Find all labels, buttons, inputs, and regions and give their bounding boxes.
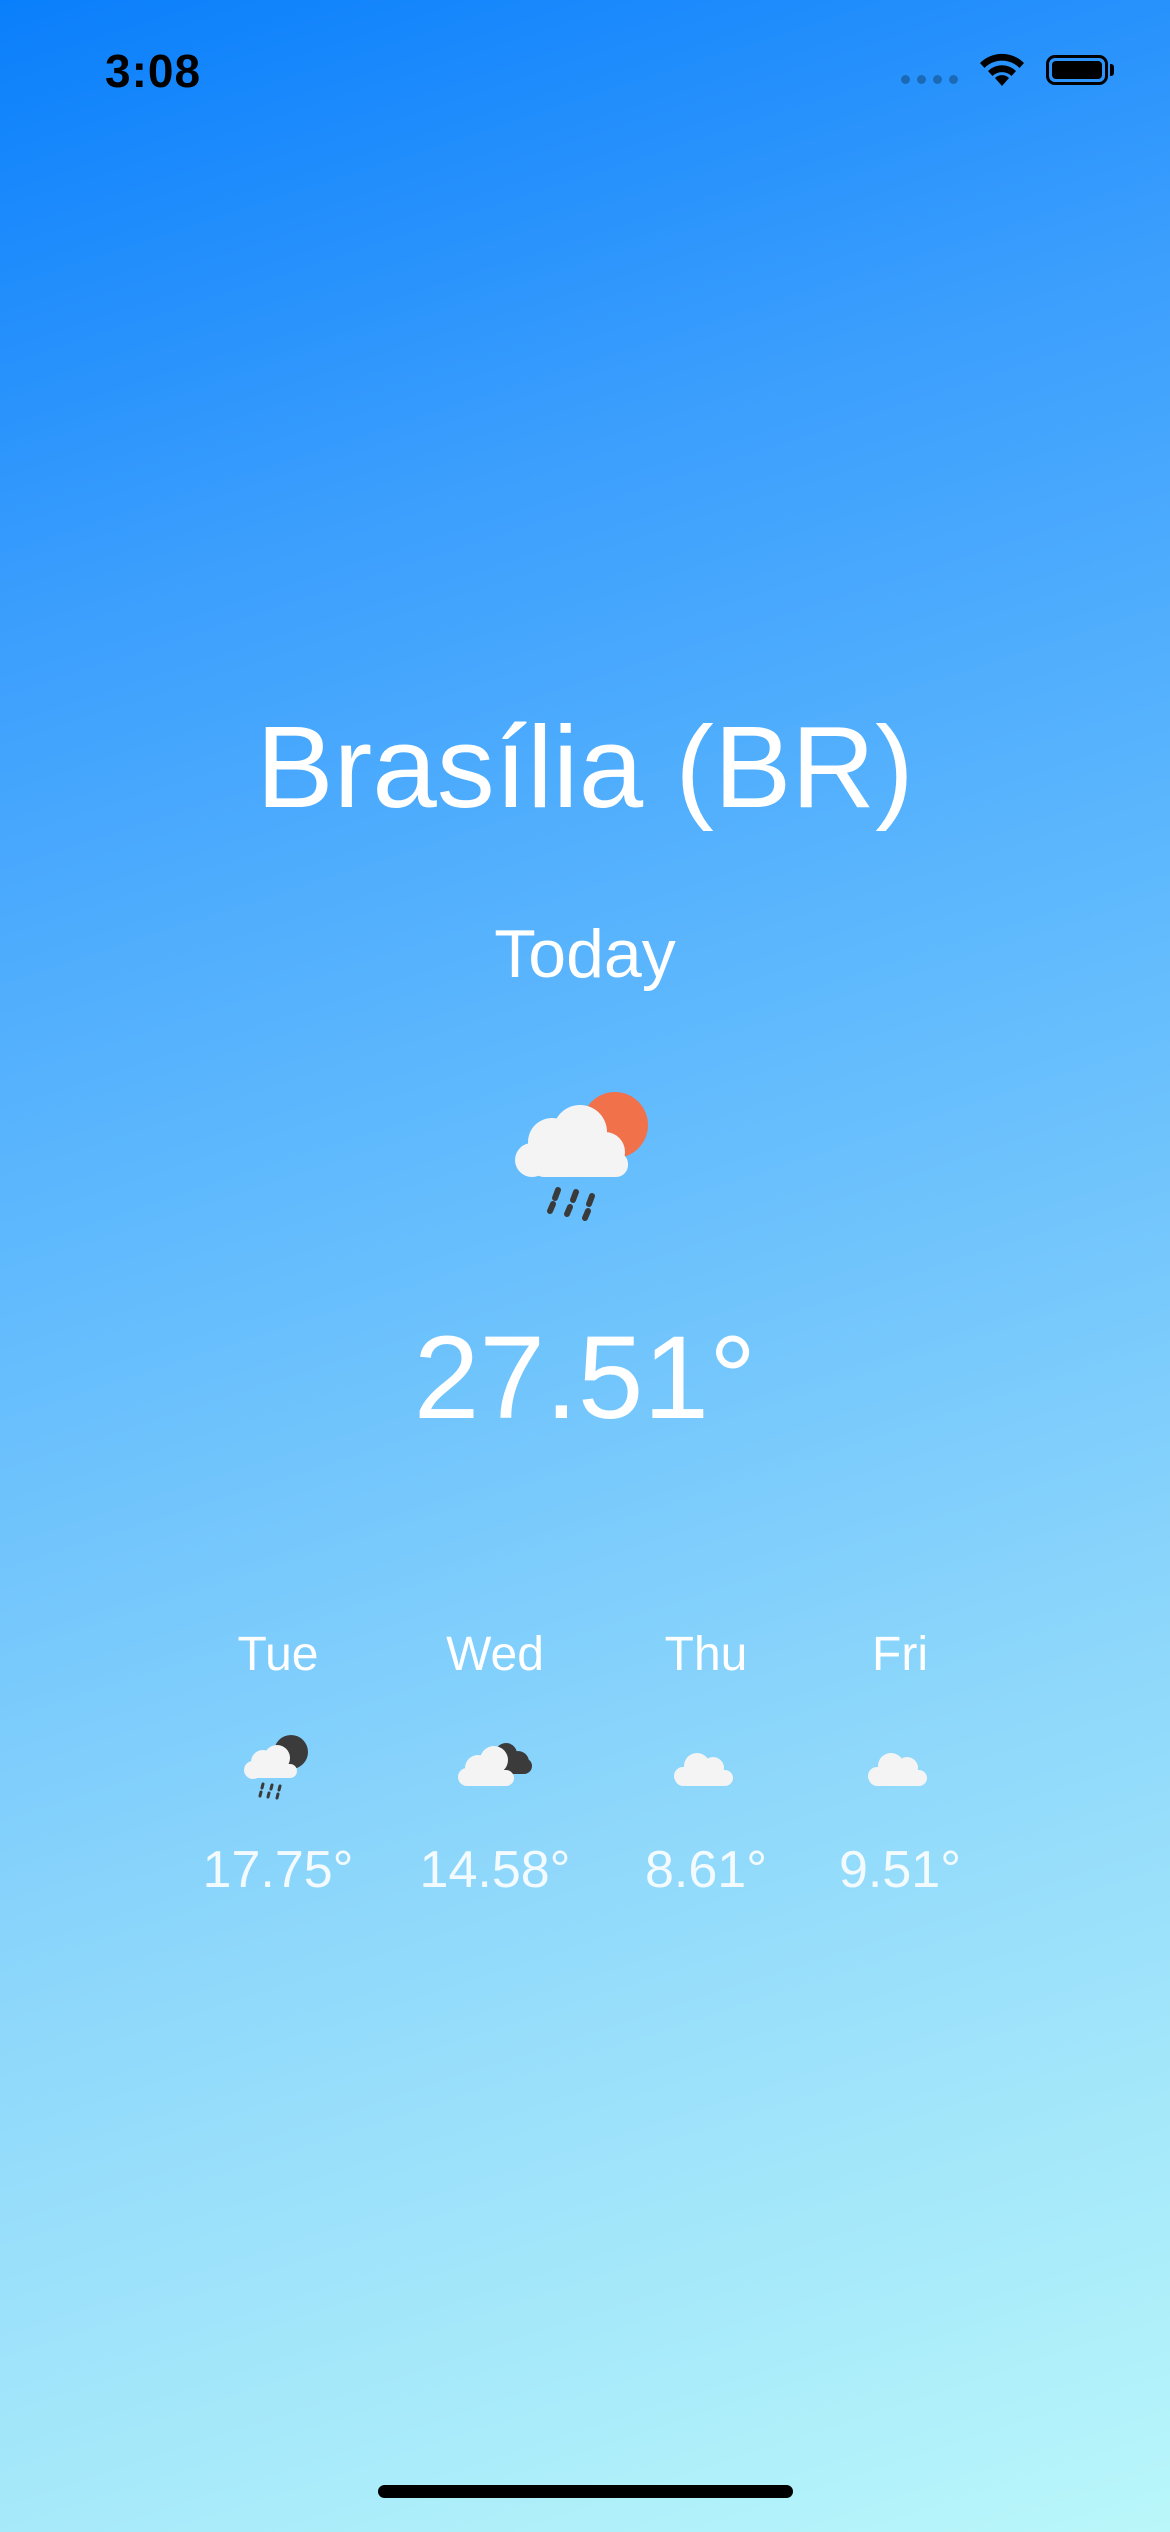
cloud-moon-rain-icon bbox=[244, 1735, 308, 1800]
status-bar: 3:08 bbox=[0, 0, 1170, 150]
forecast-temperature: 17.75° bbox=[202, 1841, 354, 1899]
city-title: Brasília (BR) bbox=[256, 702, 914, 832]
forecast-day: Fri 9.51° bbox=[810, 1620, 990, 1900]
current-temperature: 27.51° bbox=[413, 1312, 757, 1444]
forecast-row: Tue 17.75° Wed 14.58° Thu 8.61° Fri 9.51… bbox=[0, 1620, 1170, 1940]
forecast-day-name: Fri bbox=[872, 1628, 928, 1681]
battery-icon bbox=[1046, 55, 1114, 85]
cloud-dark-cloud-icon bbox=[458, 1743, 532, 1786]
cloud-icon bbox=[674, 1753, 733, 1786]
forecast-temperature: 8.61° bbox=[644, 1841, 767, 1899]
forecast-day-name: Thu bbox=[664, 1628, 748, 1681]
forecast-day: Wed 14.58° bbox=[405, 1620, 585, 1900]
forecast-day-name: Tue bbox=[237, 1628, 319, 1681]
forecast-day-name: Wed bbox=[446, 1628, 544, 1681]
forecast-temperature: 14.58° bbox=[419, 1841, 571, 1899]
wifi-icon bbox=[980, 53, 1024, 86]
forecast-day: Thu 8.61° bbox=[616, 1620, 796, 1900]
forecast-temperature: 9.51° bbox=[838, 1841, 961, 1899]
status-time: 3:08 bbox=[105, 45, 202, 97]
today-label: Today bbox=[494, 916, 676, 992]
cloud-sun-rain-icon bbox=[515, 1092, 648, 1221]
cellular-signal-icon bbox=[901, 74, 958, 84]
forecast-day: Tue 17.75° bbox=[188, 1620, 368, 1900]
home-indicator[interactable] bbox=[378, 2485, 793, 2498]
status-icons bbox=[901, 50, 1114, 90]
cloud-icon bbox=[868, 1753, 927, 1786]
